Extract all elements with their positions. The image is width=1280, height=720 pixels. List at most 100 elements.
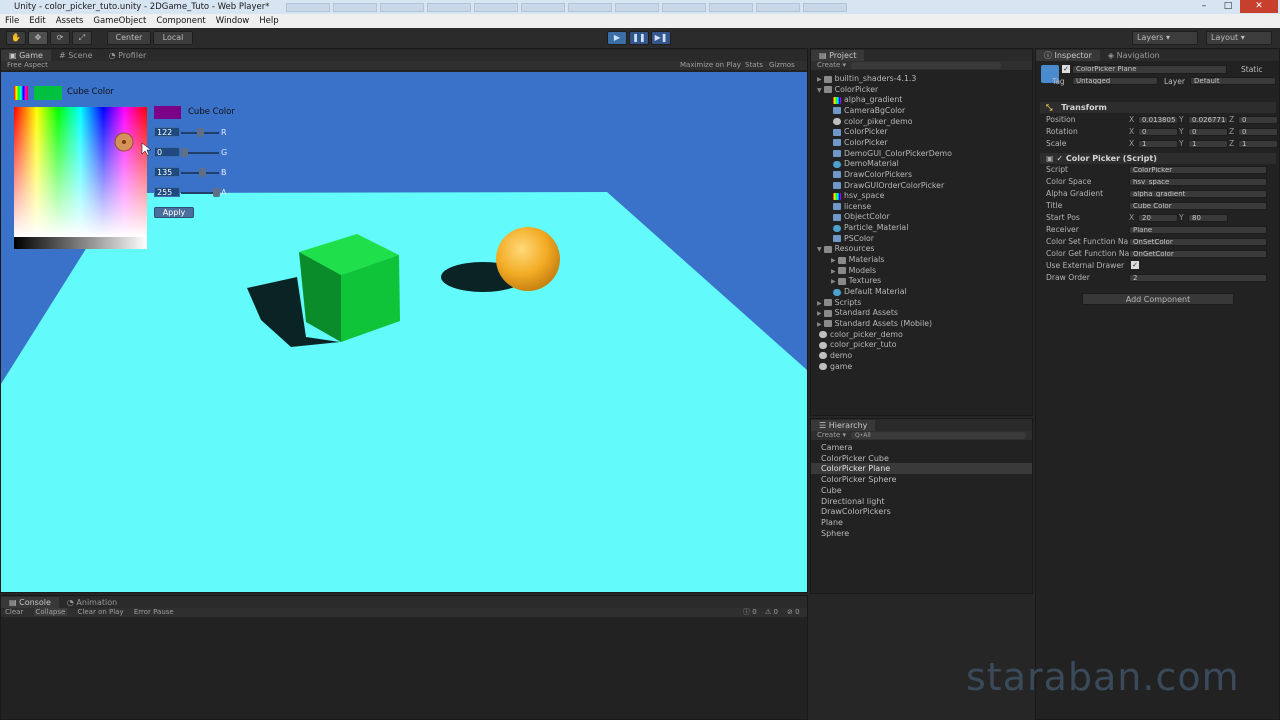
tab-inspector[interactable]: ⓘ Inspector bbox=[1036, 50, 1100, 61]
close-button[interactable]: ✕ bbox=[1240, 0, 1278, 13]
tab-scene[interactable]: # Scene bbox=[51, 50, 101, 61]
alpha-value-field[interactable]: 255 bbox=[154, 187, 180, 197]
menu-help[interactable]: Help bbox=[254, 16, 283, 26]
hierarchy-item[interactable]: Sphere bbox=[811, 528, 1032, 539]
project-item[interactable]: Particle_Material bbox=[831, 223, 908, 233]
expand-arrow-icon[interactable]: ▶ bbox=[817, 310, 822, 317]
green-slider-knob[interactable] bbox=[181, 148, 188, 157]
game-canvas[interactable] bbox=[1, 72, 807, 592]
blue-value-field[interactable]: 135 bbox=[154, 167, 180, 177]
maximize-on-play-toggle[interactable]: Maximize on Play bbox=[680, 61, 741, 70]
project-item[interactable]: Default Material bbox=[831, 287, 907, 297]
project-item[interactable]: DrawColorPickers bbox=[831, 170, 912, 180]
hierarchy-item[interactable]: Cube bbox=[811, 485, 1032, 496]
hierarchy-item[interactable]: Directional light bbox=[811, 496, 1032, 507]
hierarchy-item[interactable]: ColorPicker Plane bbox=[811, 463, 1032, 475]
rotate-tool-icon[interactable]: ⟳ bbox=[50, 31, 70, 45]
script-component-header[interactable]: ▣ ✓ Color Picker (Script) bbox=[1040, 153, 1276, 164]
script-enabled-checkbox[interactable]: ✓ bbox=[1056, 154, 1063, 163]
red-value-field[interactable]: 122 bbox=[154, 127, 180, 137]
stats-toggle[interactable]: Stats bbox=[745, 61, 763, 70]
project-item[interactable]: ▶ Standard Assets (Mobile) bbox=[817, 319, 932, 329]
project-item[interactable]: ▶ Textures bbox=[831, 276, 881, 286]
tab-profiler[interactable]: ◔ Profiler bbox=[101, 50, 155, 61]
expand-arrow-icon[interactable]: ▶ bbox=[831, 257, 836, 264]
project-item[interactable]: color_picker_demo bbox=[817, 330, 903, 340]
pause-button[interactable]: ❚❚ bbox=[629, 31, 649, 45]
project-item[interactable]: license bbox=[831, 202, 871, 212]
project-item[interactable]: demo bbox=[817, 351, 852, 361]
script-field-value[interactable]: hsv_space bbox=[1129, 178, 1267, 186]
menu-file[interactable]: File bbox=[0, 16, 24, 26]
hierarchy-item[interactable]: ColorPicker Cube bbox=[811, 453, 1032, 464]
console-clear-button[interactable]: Clear bbox=[5, 608, 23, 616]
hierarchy-item[interactable]: Plane bbox=[811, 517, 1032, 528]
tab-game[interactable]: ▣ Game bbox=[1, 50, 51, 61]
expand-arrow-icon[interactable]: ▶ bbox=[817, 321, 822, 328]
script-field-value[interactable]: Plane bbox=[1129, 226, 1267, 234]
console-clear-on-play-button[interactable]: Clear on Play bbox=[78, 608, 124, 616]
blue-slider-knob[interactable] bbox=[199, 168, 206, 177]
tab-navigation[interactable]: ◈ Navigation bbox=[1100, 50, 1168, 61]
project-item[interactable]: color_piker_demo bbox=[831, 117, 912, 127]
alpha-slider-knob[interactable] bbox=[213, 188, 220, 197]
console-error-pause-button[interactable]: Error Pause bbox=[134, 608, 174, 616]
transform-y-field[interactable]: 0.026771 bbox=[1188, 116, 1228, 124]
tab-hierarchy[interactable]: ☰ Hierarchy bbox=[811, 420, 876, 431]
apply-button[interactable]: Apply bbox=[154, 207, 194, 218]
tab-animation[interactable]: ◔ Animation bbox=[59, 597, 125, 608]
maximize-button[interactable]: □ bbox=[1216, 0, 1240, 13]
project-item[interactable]: ColorPicker bbox=[831, 127, 888, 137]
startpos-y-field[interactable]: 80 bbox=[1188, 214, 1228, 222]
layout-dropdown[interactable]: Layout ▾ bbox=[1206, 31, 1272, 45]
project-item[interactable]: DemoGUI_ColorPickerDemo bbox=[831, 149, 952, 159]
startpos-x-field[interactable]: 20 bbox=[1138, 214, 1178, 222]
console-error-count[interactable]: ⊘ 0 bbox=[787, 608, 800, 617]
expand-arrow-icon[interactable]: ▼ bbox=[817, 246, 822, 253]
project-item[interactable]: ▶ Models bbox=[831, 266, 876, 276]
project-create-dropdown[interactable]: Create bbox=[817, 61, 840, 69]
transform-x-field[interactable]: 1 bbox=[1138, 140, 1178, 148]
tag-dropdown[interactable]: Untagged bbox=[1072, 77, 1158, 85]
transform-header[interactable]: ⤡ Transform bbox=[1040, 102, 1276, 113]
console-warning-count[interactable]: ⚠ 0 bbox=[765, 608, 778, 617]
expand-arrow-icon[interactable]: ▶ bbox=[831, 278, 836, 285]
menu-window[interactable]: Window bbox=[211, 16, 255, 26]
transform-z-field[interactable]: 1 bbox=[1238, 140, 1278, 148]
project-item[interactable]: ▶ Scripts bbox=[817, 298, 861, 308]
cube-color-swatch[interactable] bbox=[34, 86, 62, 100]
script-field-value[interactable]: alpha_gradient bbox=[1129, 190, 1267, 198]
tab-project[interactable]: ▤ Project bbox=[811, 50, 865, 61]
transform-x-field[interactable]: 0 bbox=[1138, 128, 1178, 136]
script-field-value[interactable]: OnGetColor bbox=[1129, 250, 1267, 258]
project-item[interactable]: PSColor bbox=[831, 234, 874, 244]
hierarchy-item[interactable]: DrawColorPickers bbox=[811, 506, 1032, 517]
project-item[interactable]: ▼ ColorPicker bbox=[817, 85, 878, 95]
menu-gameobject[interactable]: GameObject bbox=[88, 16, 151, 26]
transform-z-field[interactable]: 0 bbox=[1238, 116, 1278, 124]
aspect-dropdown[interactable]: Free Aspect bbox=[7, 61, 48, 69]
transform-z-field[interactable]: 0 bbox=[1238, 128, 1278, 136]
scale-tool-icon[interactable]: ⤢ bbox=[72, 31, 92, 45]
hierarchy-search-input[interactable]: Q•All bbox=[851, 432, 1026, 439]
hierarchy-item[interactable]: ColorPicker Sphere bbox=[811, 474, 1032, 485]
project-item[interactable]: CameraBgColor bbox=[831, 106, 905, 116]
project-item[interactable]: ▶ Standard Assets bbox=[817, 308, 898, 318]
project-item[interactable]: ObjectColor bbox=[831, 212, 890, 222]
script-field-value[interactable]: ColorPicker bbox=[1129, 166, 1267, 174]
project-item[interactable]: alpha_gradient bbox=[831, 95, 902, 105]
project-item[interactable]: game bbox=[817, 362, 852, 372]
layer-dropdown[interactable]: Default bbox=[1190, 77, 1276, 85]
project-item[interactable]: color_picker_tuto bbox=[817, 340, 896, 350]
step-button[interactable]: ▶❚ bbox=[651, 31, 671, 45]
expand-arrow-icon[interactable]: ▼ bbox=[817, 87, 822, 94]
add-component-button[interactable]: Add Component bbox=[1082, 293, 1234, 305]
pivot-center-button[interactable]: Center bbox=[107, 31, 151, 45]
transform-y-field[interactable]: 1 bbox=[1188, 140, 1228, 148]
gizmos-toggle[interactable]: Gizmos bbox=[769, 61, 795, 70]
console-collapse-button[interactable]: Collapse bbox=[33, 608, 68, 616]
red-slider-knob[interactable] bbox=[197, 128, 204, 137]
project-item[interactable]: ▶ Materials bbox=[831, 255, 884, 265]
expand-arrow-icon[interactable]: ▶ bbox=[831, 268, 836, 275]
color-picker-icon[interactable] bbox=[14, 86, 28, 100]
